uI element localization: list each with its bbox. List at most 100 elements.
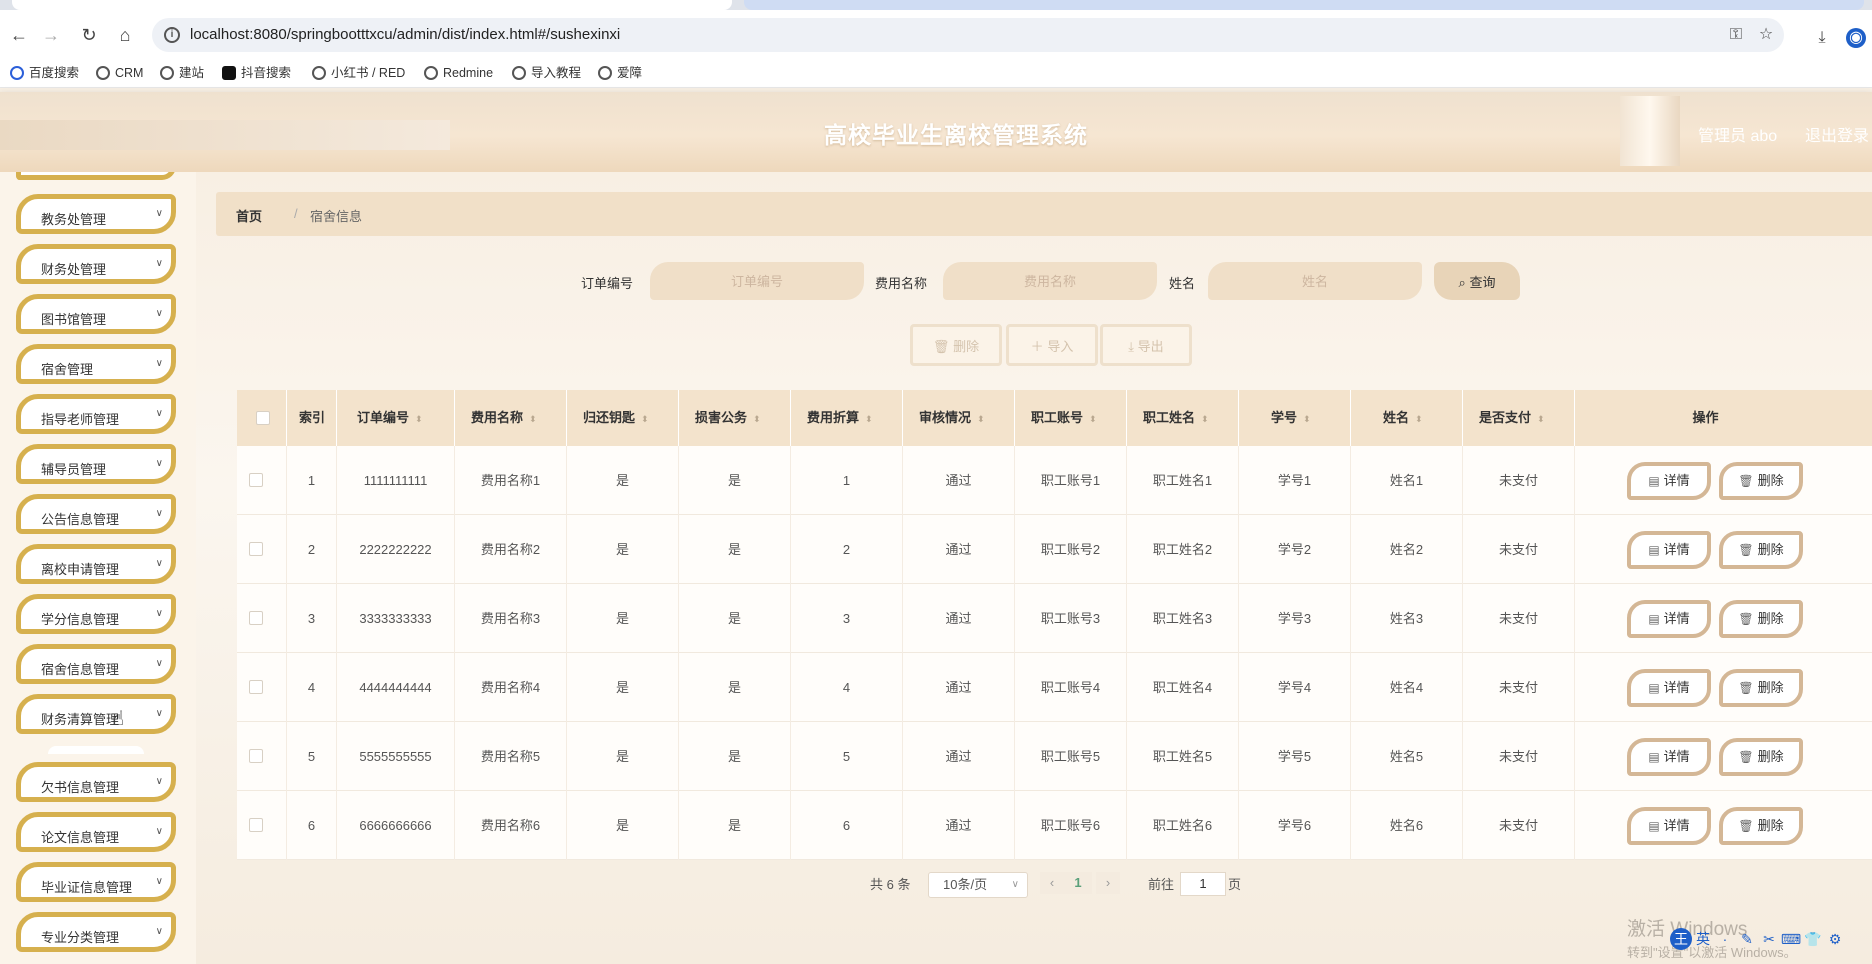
row-checkbox[interactable] (249, 611, 263, 625)
sort-icon[interactable]: ⬍ (641, 414, 649, 424)
detail-button[interactable]: ▤ 详情 (1627, 738, 1711, 776)
sidebar-item[interactable]: 宿舍信息管理 ∨ (16, 644, 176, 684)
detail-button[interactable]: ▤ 详情 (1627, 462, 1711, 500)
column-header[interactable]: 费用折算 ⬍ (791, 390, 903, 446)
sidebar-item[interactable]: 专业分类管理 ∨ (16, 912, 176, 952)
bookmark-baidu[interactable]: 百度搜索 (10, 63, 79, 83)
back-icon[interactable]: ← (4, 20, 34, 50)
shirt-icon[interactable]: 👕 (1802, 928, 1824, 950)
bookmark-xiaohongshu[interactable]: 小红书 / RED (312, 63, 405, 83)
download-icon[interactable]: ⤓ (1812, 28, 1832, 48)
sidebar-item[interactable]: 图书馆管理 ∨ (16, 294, 176, 334)
export-button[interactable]: ⤓ 导出 (1100, 324, 1192, 366)
column-header[interactable]: 损害公务 ⬍ (679, 390, 791, 446)
sort-icon[interactable]: ⬍ (865, 414, 873, 424)
detail-button[interactable]: ▤ 详情 (1627, 669, 1711, 707)
breadcrumb-home[interactable]: 首页 (236, 206, 262, 225)
page-number-current[interactable]: 1 (1064, 872, 1092, 894)
bookmark-aizhang[interactable]: 爱障 (598, 63, 642, 83)
sidebar-item[interactable]: 教务处管理 ∨ (16, 194, 176, 234)
reload-icon[interactable]: ↻ (74, 20, 104, 50)
row-checkbox[interactable] (249, 473, 263, 487)
site-info-icon[interactable]: i (164, 27, 180, 43)
sidebar-item[interactable]: 辅导员管理 ∨ (16, 444, 176, 484)
ime-mode-toggle[interactable]: 英 (1692, 928, 1714, 950)
detail-button[interactable]: ▤ 详情 (1627, 531, 1711, 569)
column-header[interactable]: 职工姓名 ⬍ (1127, 390, 1239, 446)
bookmark-crm[interactable]: CRM (96, 63, 143, 83)
sidebar-item[interactable]: 财务处管理 ∨ (16, 244, 176, 284)
sidebar-item[interactable]: 宿舍管理 ∨ (16, 344, 176, 384)
sidebar-item[interactable]: 公告信息管理 ∨ (16, 494, 176, 534)
order-no-input[interactable] (650, 262, 864, 300)
sort-icon[interactable]: ⬍ (529, 414, 537, 424)
bookmark-import-tutorial[interactable]: 导入教程 (512, 63, 581, 83)
prev-page-button[interactable]: ‹ (1040, 872, 1064, 894)
sidebar-item[interactable]: 欠书信息管理 ∨ (16, 762, 176, 802)
profile-icon[interactable]: ◉ (1846, 28, 1866, 48)
detail-button[interactable]: ▤ 详情 (1627, 600, 1711, 638)
name-input[interactable] (1208, 262, 1422, 300)
sidebar-item[interactable]: 指导老师管理 ∨ (16, 394, 176, 434)
browser-tab[interactable] (12, 0, 732, 10)
column-header[interactable]: 是否支付 ⬍ (1463, 390, 1575, 446)
column-header[interactable]: 职工账号 ⬍ (1015, 390, 1127, 446)
sort-icon[interactable]: ⬍ (1201, 414, 1209, 424)
sidebar-item[interactable]: 财务清算管理 ∨ (16, 694, 176, 734)
next-page-button[interactable]: › (1096, 872, 1120, 894)
sidebar-item[interactable]: 学分信息管理 ∨ (16, 594, 176, 634)
sort-icon[interactable]: ⬍ (977, 414, 985, 424)
bulk-delete-button[interactable]: 🗑 删除 (910, 324, 1002, 366)
logout-link[interactable]: 退出登录 (1805, 122, 1869, 146)
sidebar-item[interactable]: 离校申请管理 ∨ (16, 544, 176, 584)
fee-name-input[interactable] (943, 262, 1157, 300)
home-icon[interactable]: ⌂ (110, 20, 140, 50)
delete-button[interactable]: 🗑 删除 (1719, 669, 1803, 707)
sidebar-item[interactable]: 论文信息管理 ∨ (16, 812, 176, 852)
password-key-icon[interactable]: ⚿ (1726, 25, 1746, 45)
row-checkbox[interactable] (249, 542, 263, 556)
forward-icon[interactable]: → (36, 20, 66, 50)
bookmark-star-icon[interactable]: ☆ (1756, 25, 1776, 45)
sort-icon[interactable]: ⬍ (415, 414, 423, 424)
row-checkbox[interactable] (249, 749, 263, 763)
column-header[interactable]: 学号 ⬍ (1239, 390, 1351, 446)
column-header[interactable]: 费用名称 ⬍ (455, 390, 567, 446)
bookmark-jianzhan[interactable]: 建站 (160, 63, 204, 83)
delete-button[interactable]: 🗑 删除 (1719, 531, 1803, 569)
scissors-icon[interactable]: ✂ (1758, 928, 1780, 950)
delete-button[interactable]: 🗑 删除 (1719, 462, 1803, 500)
row-checkbox[interactable] (249, 818, 263, 832)
bookmark-redmine[interactable]: Redmine (424, 63, 493, 83)
goto-page-input[interactable]: 1 (1180, 872, 1226, 896)
column-header[interactable]: 订单编号 ⬍ (337, 390, 455, 446)
column-header[interactable]: 审核情况 ⬍ (903, 390, 1015, 446)
delete-button[interactable]: 🗑 删除 (1719, 600, 1803, 638)
keyboard-icon[interactable]: ⌨ (1780, 928, 1802, 950)
bookmark-douyin[interactable]: 抖音搜索 (222, 63, 291, 83)
sort-icon[interactable]: ⬍ (753, 414, 761, 424)
delete-button[interactable]: 🗑 删除 (1719, 807, 1803, 845)
address-bar[interactable]: i localhost:8080/springbootttxcu/admin/d… (152, 18, 1784, 52)
sort-icon[interactable]: ⬍ (1089, 414, 1097, 424)
detail-button[interactable]: ▤ 详情 (1627, 807, 1711, 845)
select-all-checkbox[interactable] (256, 411, 270, 425)
sort-icon[interactable]: ⬍ (1303, 414, 1311, 424)
gear-icon[interactable]: ⚙ (1824, 928, 1846, 950)
sort-icon[interactable]: ⬍ (1537, 414, 1545, 424)
ime-logo-icon[interactable]: 王 (1670, 928, 1692, 950)
sort-icon[interactable]: ⬍ (1415, 414, 1423, 424)
column-header[interactable]: 姓名 ⬍ (1351, 390, 1463, 446)
search-button[interactable]: ⌕ 查询 (1434, 262, 1520, 300)
row-checkbox[interactable] (249, 680, 263, 694)
browser-tab-active[interactable] (744, 0, 1864, 10)
column-header[interactable]: 归还钥匙 ⬍ (567, 390, 679, 446)
sidebar-item[interactable]: 毕业证信息管理 ∨ (16, 862, 176, 902)
pen-icon[interactable]: ✎ (1736, 928, 1758, 950)
table-cell: 6 (791, 791, 903, 860)
import-button[interactable]: ＋ 导入 (1006, 324, 1098, 366)
url-text[interactable]: localhost:8080/springbootttxcu/admin/dis… (190, 26, 620, 43)
sidebar-item-partial[interactable] (16, 172, 176, 180)
page-size-select[interactable]: 10条/页 ∨ (928, 872, 1028, 898)
delete-button[interactable]: 🗑 删除 (1719, 738, 1803, 776)
